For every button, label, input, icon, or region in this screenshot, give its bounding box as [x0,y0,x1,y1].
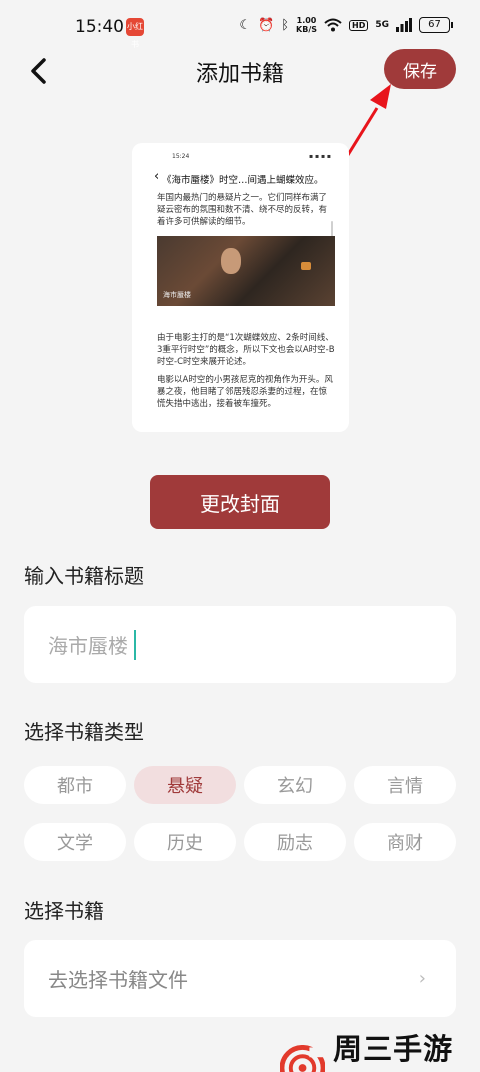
chip-shangcai[interactable]: 商财 [354,823,456,861]
network-type: 5G [375,20,389,30]
net-speed-value: 1.00 [296,16,317,25]
book-title-input[interactable] [48,632,134,657]
watermark-text: 周三手游网 [333,1032,454,1066]
battery-icon: 67 [419,17,453,33]
select-book-file-text: 去选择书籍文件 [48,968,188,992]
wifi-icon [324,18,342,32]
file-section-label: 选择书籍 [24,899,104,923]
chevron-right-icon: › [418,968,426,989]
signal-icon [396,18,412,32]
cover-image-lamp [301,262,311,270]
cover-paragraph: 由于电影主打的是“1次蝴蝶效应、2条时间线、3重平行时空”的概念，所以下文也会以… [157,333,335,367]
cover-image-figure [221,248,241,274]
chip-lishi[interactable]: 历史 [134,823,236,861]
watermark-logo-icon [280,1045,326,1072]
save-button[interactable]: 保存 [384,49,456,89]
app-notification-icon: 小红书 [126,18,144,49]
chip-yanqing[interactable]: 言情 [354,766,456,804]
cover-status-bar: 15:24 ▪ ▪ ▪ ▪ [132,143,349,165]
cover-paragraph: 年国内最热门的悬疑片之一。它们同样布满了疑云密布的氛围和数不清、绕不尽的反转，有… [157,193,328,227]
status-bar: 15:40 小红书 ☾ ⏰ ᛒ 1.00 KB/S HD 5G 67 [0,0,480,56]
cover-paragraph: 电影以A时空的小男孩尼克的视角作为开头。风暴之夜，他目睹了邻居残忍杀妻的过程，在… [157,375,333,409]
change-cover-button[interactable]: 更改封面 [150,475,330,529]
bluetooth-icon: ᛒ [281,17,290,33]
text-caret [134,629,136,660]
cover-headline: 《海市蜃楼》时空…间遇上蝴蝶效应。 [132,165,349,186]
chip-wenxue[interactable]: 文学 [24,823,126,861]
cover-headline-text: 《海市蜃楼》时空…间遇上蝴蝶效应。 [162,175,324,186]
cover-movie-still: 海市蜃楼 [157,236,335,306]
book-cover-preview[interactable]: 15:24 ▪ ▪ ▪ ▪ 《海市蜃楼》时空…间遇上蝴蝶效应。 年国内最热门的悬… [132,143,349,432]
hd-icon: HD [349,19,369,31]
net-speed-unit: KB/S [296,25,317,34]
chip-lizhi[interactable]: 励志 [244,823,346,861]
status-time: 15:40 [75,17,124,37]
book-title-field[interactable] [24,606,456,683]
alarm-icon: ⏰ [258,17,275,33]
site-watermark: 周三手游网 [280,1026,480,1072]
chip-dushi[interactable]: 都市 [24,766,126,804]
status-icons: ☾ ⏰ ᛒ 1.00 KB/S HD 5G 67 [239,16,453,34]
net-speed: 1.00 KB/S [296,16,317,34]
type-section-label: 选择书籍类型 [24,720,144,744]
select-book-file-row[interactable]: 去选择书籍文件 › [24,940,456,1017]
title-section-label: 输入书籍标题 [24,564,144,588]
moon-icon: ☾ [239,17,252,33]
chip-xuanyi[interactable]: 悬疑 [134,766,236,804]
cover-status-time: 15:24 [172,153,190,160]
chip-xuanhuan[interactable]: 玄幻 [244,766,346,804]
cover-status-icons: ▪ ▪ ▪ ▪ [309,153,331,160]
cover-image-label: 海市蜃楼 [163,291,191,299]
